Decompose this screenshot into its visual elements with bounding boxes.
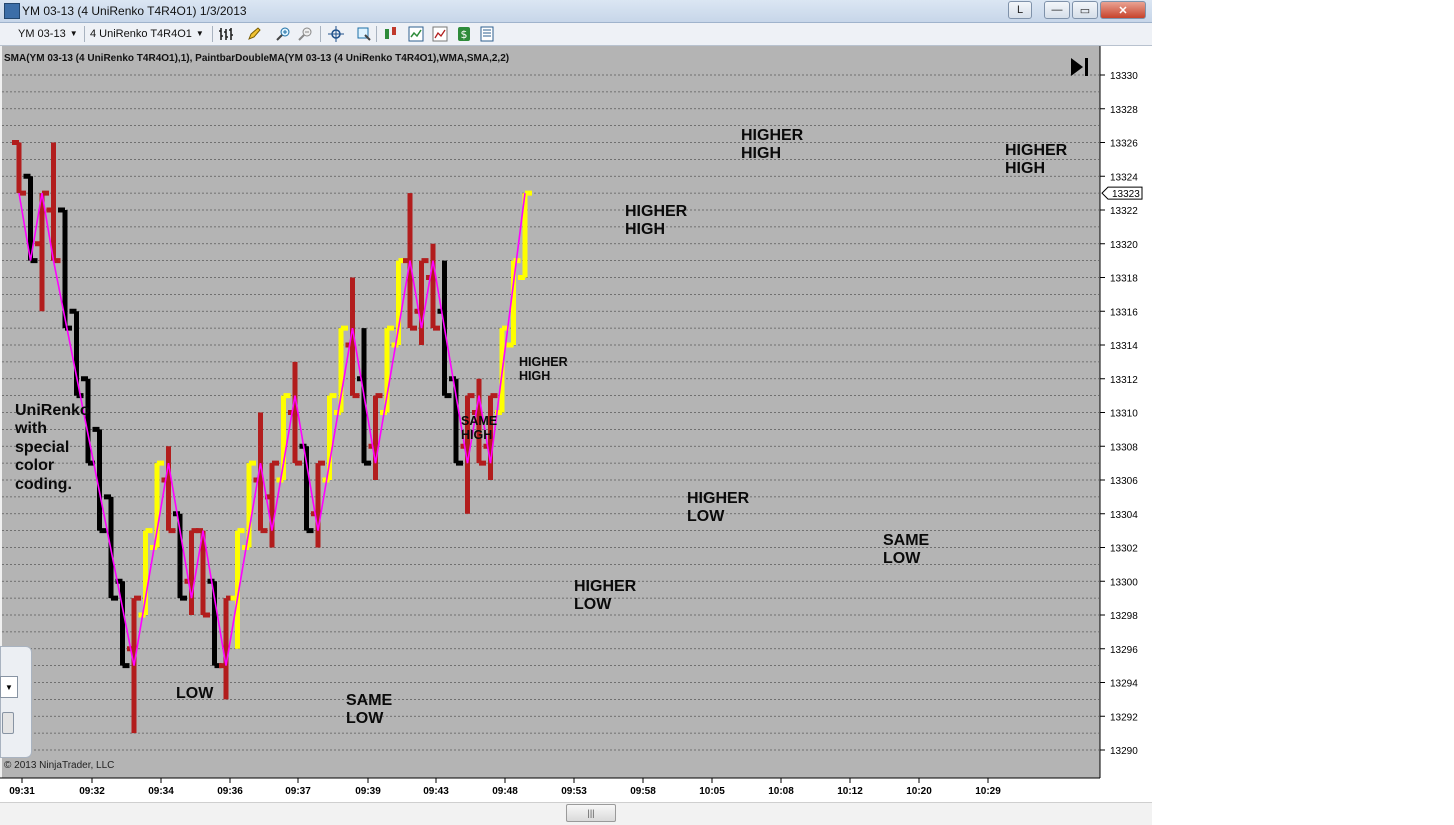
annotation-higher-high: HIGHER HIGH [741,127,804,163]
price-tick-label: 13308 [1110,442,1138,453]
chevron-down-icon: ▼ [69,29,78,38]
annotation-same-low: SAME LOW [346,692,393,728]
annotation-higher-high: HIGHER HIGH [625,203,688,239]
time-tick-label: 10:08 [768,786,794,797]
price-tick-label: 13320 [1110,240,1138,251]
price-tick-label: 13304 [1110,510,1138,521]
time-tick-label: 09:43 [423,786,449,797]
magnifier-icon[interactable] [356,26,372,42]
window-controls: L — ▭ ✕ [1008,1,1146,19]
chevron-down-icon: ▼ [5,682,13,692]
chart-window: YM 03-13 (4 UniRenko T4R4O1) 1/3/2013 L … [0,0,1152,825]
price-tick-label: 13330 [1110,71,1138,82]
chart-panel[interactable]: 13290 13292 13294 13296 13298 13300 13302 13304… [0,46,1152,824]
instrument-label: YM 03-13 [18,27,66,40]
chevron-down-icon: ▼ [195,29,204,38]
toolbar-separator [320,26,321,42]
price-tick-label: 13306 [1110,476,1138,487]
maximize-button[interactable]: ▭ [1072,1,1098,19]
side-slider[interactable] [2,712,14,734]
link-button[interactable]: L [1008,1,1032,19]
price-tick-label: 13316 [1110,307,1138,318]
properties-icon[interactable] [479,26,495,42]
strategy-icon[interactable] [383,26,399,42]
annotation-higher-high-small: HIGHER HIGH [519,355,568,384]
indicator-label: SMA(YM 03-13 (4 UniRenko T4R4O1),1), Pai… [4,53,510,64]
annotation-higher-low: HIGHER LOW [574,578,637,614]
bar-type-icon[interactable] [218,26,234,42]
price-tick-label: 13302 [1110,544,1138,555]
svg-text:$: $ [461,28,468,41]
price-tick-label: 13292 [1110,712,1138,723]
price-tick-label: 13300 [1110,577,1138,588]
side-panel[interactable] [0,646,32,758]
period-select[interactable]: 4 UniRenko T4R4O1 ▼ [90,26,204,41]
minimize-button[interactable]: — [1044,1,1070,19]
instrument-select[interactable]: YM 03-13 ▼ [18,26,78,41]
time-tick-label: 10:05 [699,786,725,797]
side-dropdown[interactable]: ▼ [0,676,18,698]
price-tick-label: 13318 [1110,274,1138,285]
toolbar-separator [84,26,85,42]
time-tick-label: 09:37 [285,786,311,797]
time-tick-label: 10:29 [975,786,1001,797]
time-tick-label: 09:39 [355,786,381,797]
copyright-label: © 2013 NinjaTrader, LLC [4,760,115,771]
plot-background[interactable] [2,46,1100,778]
scrollbar-thumb[interactable]: ||| [566,804,616,822]
time-tick-label: 10:20 [906,786,932,797]
time-tick-label: 09:32 [79,786,105,797]
money-icon[interactable]: $ [456,26,472,42]
crosshair-icon[interactable] [328,26,344,42]
toolbar-separator [212,26,213,42]
zoom-in-icon[interactable] [275,26,291,42]
current-price-label: 13323 [1112,189,1140,200]
pencil-icon[interactable] [246,26,262,42]
scroll-to-end-icon[interactable] [1068,56,1092,78]
annotation-higher-low: HIGHER LOW [687,490,750,526]
price-tick-label: 13312 [1110,375,1138,386]
indicator-icon[interactable] [408,26,424,42]
zoom-out-icon[interactable] [297,26,313,42]
time-tick-label: 09:53 [561,786,587,797]
time-tick-label: 09:48 [492,786,518,797]
app-icon [4,3,20,19]
close-button[interactable]: ✕ [1100,1,1146,19]
price-tick-label: 13294 [1110,679,1138,690]
time-tick-label: 09:31 [9,786,35,797]
price-tick-label: 13328 [1110,105,1138,116]
chart-trader-icon[interactable] [432,26,448,42]
title-bar[interactable]: YM 03-13 (4 UniRenko T4R4O1) 1/3/2013 L … [0,0,1152,23]
annotation-same-high: SAME HIGH [461,414,498,443]
price-tick-label: 13310 [1110,409,1138,420]
period-label: 4 UniRenko T4R4O1 [90,27,192,40]
annotation-higher-high: HIGHER HIGH [1005,142,1068,178]
window-title: YM 03-13 (4 UniRenko T4R4O1) 1/3/2013 [22,4,247,18]
price-tick-label: 13314 [1110,341,1138,352]
price-tick-label: 13298 [1110,611,1138,622]
time-tick-label: 09:34 [148,786,174,797]
annotation-low: LOW [176,685,214,702]
price-tick-label: 13290 [1110,746,1138,757]
price-tick-label: 13326 [1110,139,1138,150]
annotation-same-low: SAME LOW [883,532,930,568]
time-tick-label: 09:58 [630,786,656,797]
time-tick-label: 10:12 [837,786,863,797]
price-chart[interactable]: 13290 13292 13294 13296 13298 13300 13302 13304… [0,46,1152,802]
annotation-unirenko: UniRenko with special color coding. [15,402,90,493]
toolbar-separator [376,26,377,42]
price-tick-label: 13324 [1110,172,1138,183]
time-tick-label: 09:36 [217,786,243,797]
price-tick-label: 13322 [1110,206,1138,217]
chart-toolbar: YM 03-13 ▼ 4 UniRenko T4R4O1 ▼ $ [0,23,1152,46]
price-tick-label: 13296 [1110,645,1138,656]
